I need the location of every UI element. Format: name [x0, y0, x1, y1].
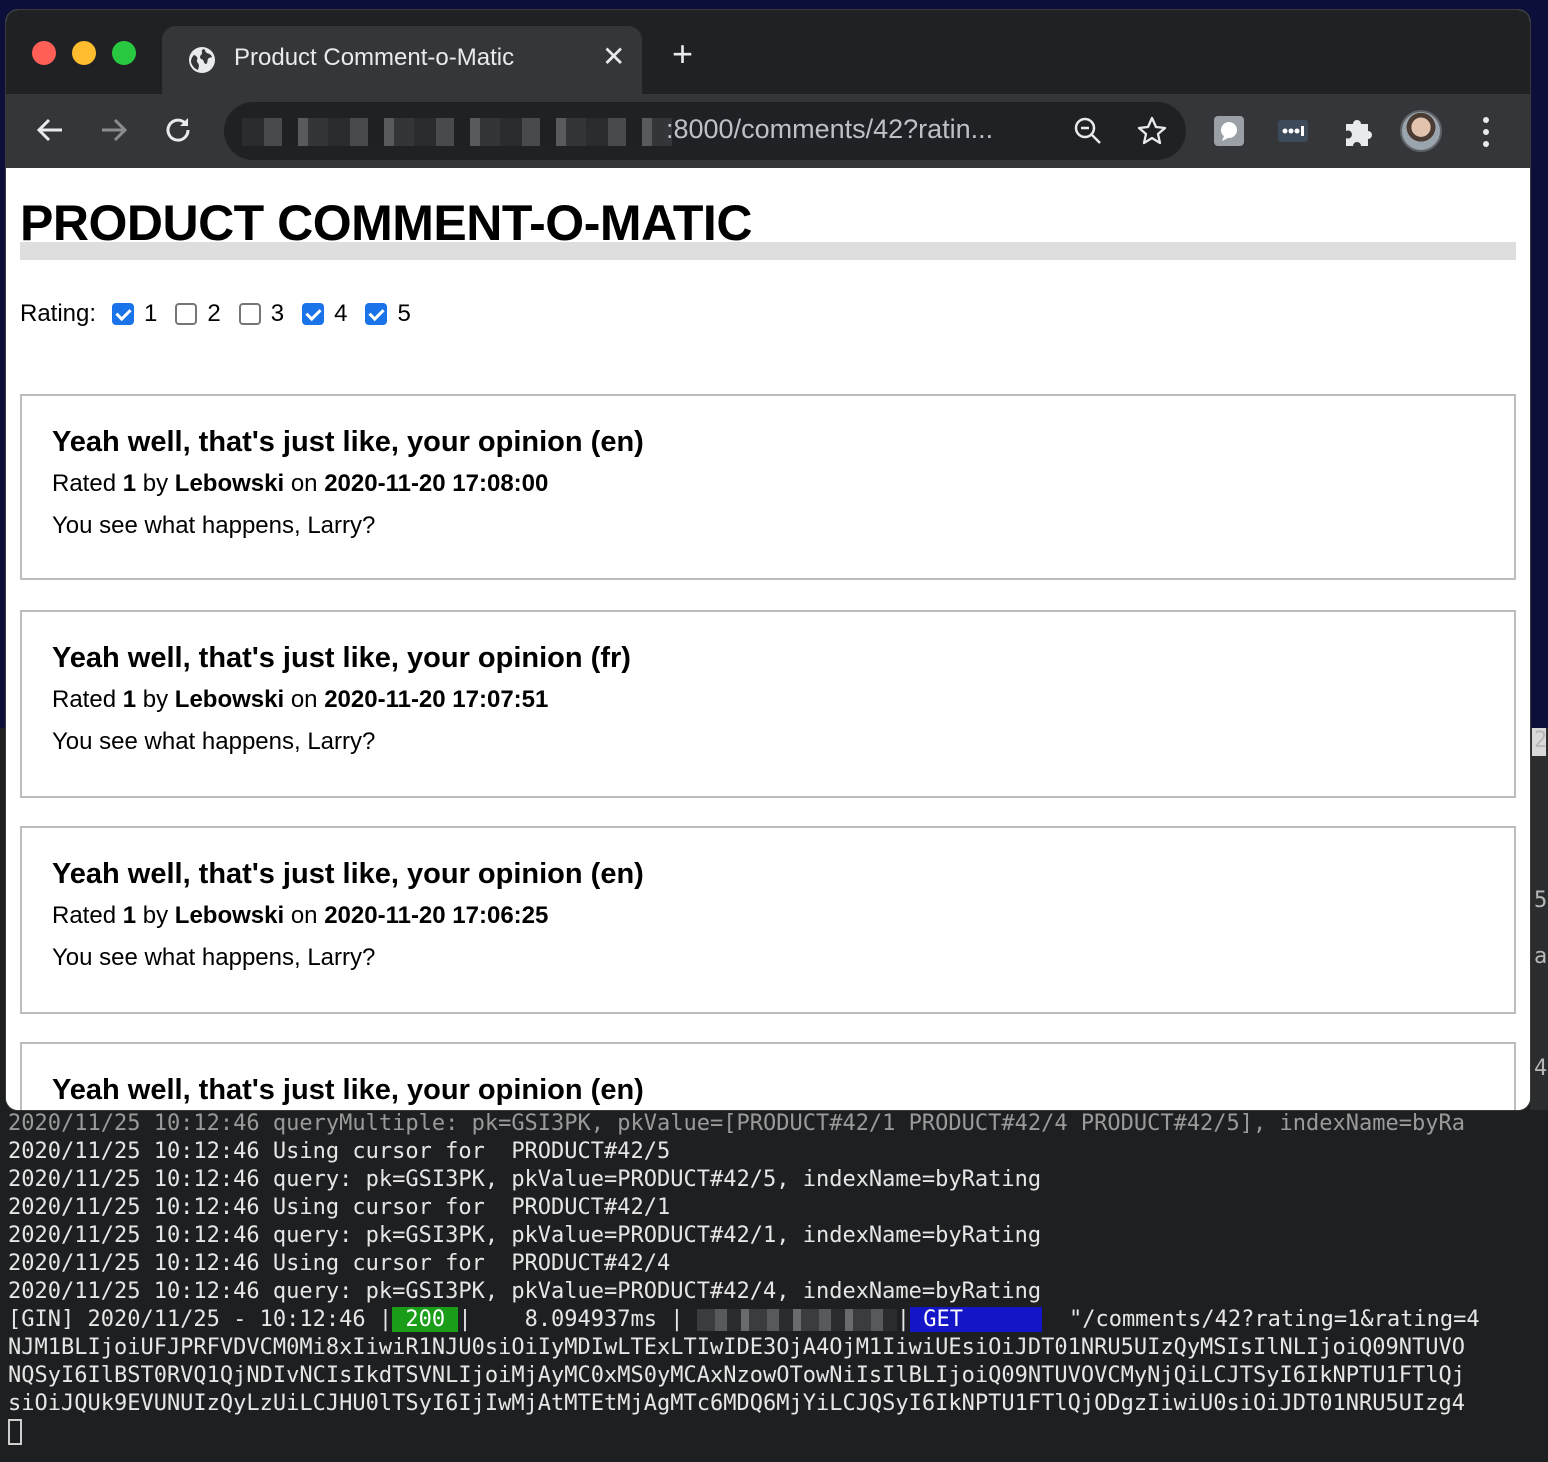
new-tab-plus-icon[interactable]: +: [672, 36, 693, 72]
terminal-line: 2020/11/25 10:12:46 Using cursor for PRO…: [8, 1139, 671, 1164]
reload-icon[interactable]: [160, 112, 196, 148]
rating-3-checkbox[interactable]: [238, 303, 261, 325]
on-word: on: [290, 902, 318, 929]
by-word: by: [142, 902, 169, 929]
comment-rating: 1: [122, 470, 137, 497]
rating-4-label: 4: [334, 300, 348, 327]
comment-meta: Rated 1 by Lebowski on 2020-11-20 17:06:…: [52, 902, 548, 930]
comment-author: Lebowski: [174, 470, 285, 497]
on-word: on: [290, 470, 318, 497]
rating-5-label: 5: [397, 300, 411, 327]
forward-arrow-icon[interactable]: [96, 112, 132, 148]
terminal-line: 2020/11/25 10:12:46 query: pk=GSI3PK, pk…: [8, 1279, 1042, 1304]
redacted-host: [242, 118, 672, 146]
terminal-output: 2020/11/25 10:12:46 queryMultiple: pk=GS…: [8, 1110, 1548, 1446]
address-bar[interactable]: :8000/comments/42?ratin...: [224, 102, 1186, 160]
comment-date: 2020-11-20 17:08:00: [324, 470, 549, 497]
comment-rating: 1: [122, 902, 137, 929]
on-word: on: [290, 686, 318, 713]
gin-log-line: [GIN] 2020/11/25 - 10:12:46 | 200 | 8.09…: [8, 1306, 1548, 1334]
by-word: by: [142, 686, 169, 713]
status-200-badge: 200: [392, 1307, 459, 1332]
extension-chat-icon[interactable]: [1212, 114, 1246, 148]
comment-title: Yeah well, that's just like, your opinio…: [52, 858, 644, 890]
comment-title: Yeah well, that's just like, your opinio…: [52, 426, 644, 458]
minimize-window-button[interactable]: [72, 41, 96, 65]
rating-2-label: 2: [207, 300, 221, 327]
globe-icon: [189, 47, 215, 73]
comment-date: 2020-11-20 17:06:25: [324, 902, 549, 929]
rated-prefix: Rated: [52, 902, 117, 929]
rating-1-label: 1: [144, 300, 158, 327]
browser-window: Product Comment-o-Matic ✕ + :8000/commen…: [6, 10, 1530, 1110]
rated-prefix: Rated: [52, 470, 117, 497]
gin-duration: | 8.094937ms |: [458, 1307, 684, 1332]
terminal-prompt[interactable]: [8, 1418, 1548, 1446]
profile-avatar[interactable]: [1400, 110, 1442, 152]
url-text: :8000/comments/42?ratin...: [666, 114, 994, 144]
tab-product-comment-o-matic[interactable]: Product Comment-o-Matic ✕: [162, 26, 642, 96]
terminal-edge-glyph: 5: [1534, 888, 1548, 913]
gin-prefix: [GIN] 2020/11/25 - 10:12:46 |: [8, 1307, 393, 1332]
rating-2-checkbox[interactable]: [175, 303, 198, 325]
rating-3-label: 3: [270, 300, 285, 327]
tab-title: Product Comment-o-Matic: [234, 44, 515, 71]
terminal-line: 2020/11/25 10:12:46 queryMultiple: pk=GS…: [8, 1111, 1465, 1136]
terminal-line: 2020/11/25 10:12:46 query: pk=GSI3PK, pk…: [8, 1223, 1042, 1248]
rating-1-checkbox[interactable]: [112, 303, 135, 325]
rating-filter: Rating: 1 2 3 4 5: [20, 298, 423, 330]
comment-title: Yeah well, that's just like, your opinio…: [52, 1074, 644, 1106]
comment-card: Yeah well, that's just like, your opinio…: [20, 826, 1516, 1014]
comment-card: Yeah well, that's just like, your opinio…: [20, 1042, 1516, 1110]
extension-password-icon[interactable]: [1276, 114, 1310, 148]
by-word: by: [142, 470, 169, 497]
kebab-menu-icon[interactable]: [1474, 114, 1498, 150]
comment-author: Lebowski: [174, 902, 285, 929]
rated-prefix: Rated: [52, 686, 117, 713]
terminal-edge-glyph: 2: [1534, 728, 1548, 753]
close-window-button[interactable]: [32, 41, 56, 65]
method-get-badge: GET: [910, 1307, 1043, 1332]
zoom-window-button[interactable]: [112, 41, 136, 65]
comment-body: You see what happens, Larry?: [52, 728, 376, 755]
comment-body: You see what happens, Larry?: [52, 944, 376, 971]
gin-separator: |: [896, 1307, 911, 1332]
back-arrow-icon[interactable]: [32, 112, 68, 148]
zoom-search-icon[interactable]: [1072, 115, 1104, 147]
comment-card: Yeah well, that's just like, your opinio…: [20, 394, 1516, 580]
comment-title: Yeah well, that's just like, your opinio…: [52, 642, 631, 674]
comment-meta: Rated 1 by Lebowski on 2020-11-20 17:08:…: [52, 470, 548, 498]
rating-5-checkbox[interactable]: [365, 303, 388, 325]
terminal-edge-glyph: a: [1534, 944, 1548, 969]
terminal-line: 2020/11/25 10:12:46 Using cursor for PRO…: [8, 1251, 671, 1276]
terminal-scrollbar[interactable]: [1530, 728, 1548, 1110]
comment-body: You see what happens, Larry?: [52, 512, 376, 539]
rating-label: Rating:: [20, 300, 97, 327]
terminal-line: 2020/11/25 10:12:46 query: pk=GSI3PK, pk…: [8, 1167, 1042, 1192]
terminal-line: 2020/11/25 10:12:46 Using cursor for PRO…: [8, 1195, 671, 1220]
comment-rating: 1: [122, 686, 137, 713]
rating-4-checkbox[interactable]: [302, 303, 325, 325]
bookmark-star-icon[interactable]: [1136, 115, 1168, 147]
comment-card: Yeah well, that's just like, your opinio…: [20, 610, 1516, 798]
terminal-line: NJM1BLIjoiUFJPRFVDVCM0Mi8xIiwiR1NJU0siOi…: [8, 1335, 1465, 1360]
gin-path: "/comments/42?rating=1&rating=4: [1042, 1307, 1480, 1332]
web-page: PRODUCT COMMENT-O-MATIC Rating: 1 2 3 4 …: [6, 168, 1530, 1110]
title-divider: [20, 242, 1516, 260]
redacted-client-ip: [696, 1309, 897, 1331]
tab-close-icon[interactable]: ✕: [602, 40, 625, 73]
comment-date: 2020-11-20 17:07:51: [324, 686, 549, 713]
comment-author: Lebowski: [174, 686, 285, 713]
terminal-line: NQSyI6IlBST0RVQ1QjNDIvNCIsIkdTSVNLIjoiMj…: [8, 1363, 1465, 1388]
extensions-puzzle-icon[interactable]: [1340, 114, 1374, 148]
terminal-line: siOiJQUk9EVUNUIzQyLzUiLCJHU0lTSyI6IjIwMj…: [8, 1391, 1465, 1416]
terminal-edge-glyph: 4: [1534, 1056, 1548, 1081]
comment-meta: Rated 1 by Lebowski on 2020-11-20 17:07:…: [52, 686, 548, 714]
browser-toolbar: :8000/comments/42?ratin...: [6, 94, 1530, 168]
terminal-cursor: [8, 1419, 22, 1445]
browser-titlebar[interactable]: Product Comment-o-Matic ✕ +: [6, 10, 1530, 96]
